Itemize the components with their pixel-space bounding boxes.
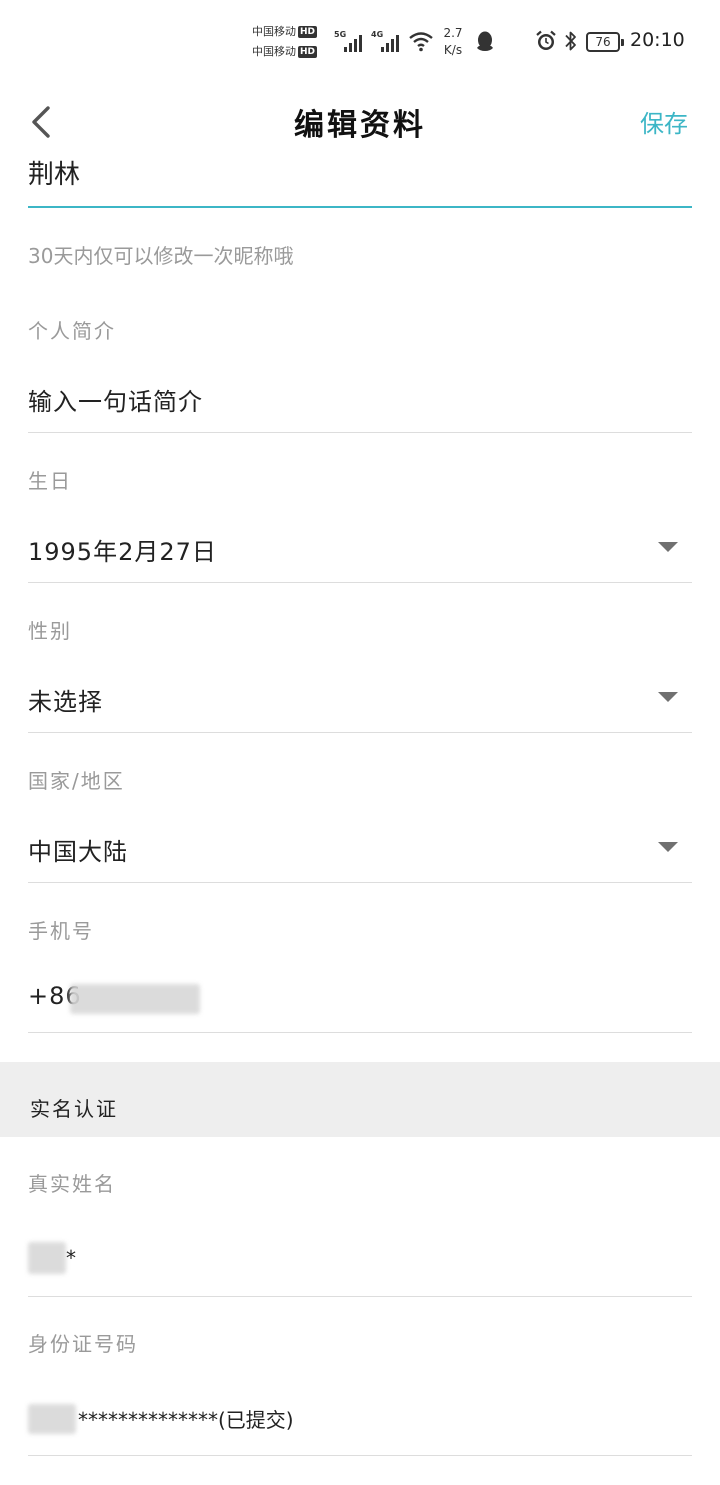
- realname-field: *: [0, 1232, 720, 1288]
- phone-label: 手机号: [28, 919, 94, 943]
- id-label: 身份证号码: [28, 1332, 138, 1356]
- alarm-icon: [536, 30, 556, 50]
- battery-icon: 76: [586, 32, 624, 52]
- nickname-hint: 30天内仅可以修改一次昵称哦: [28, 244, 294, 268]
- bio-input[interactable]: 输入一句话简介: [28, 382, 203, 417]
- clock: 20:10: [630, 29, 685, 51]
- bluetooth-icon: [565, 31, 576, 51]
- carrier-2: 中国移动: [252, 45, 296, 58]
- back-button[interactable]: [22, 100, 62, 144]
- chevron-left-icon: [32, 106, 50, 138]
- privacy-blur: [70, 984, 200, 1014]
- gender-select[interactable]: 未选择: [0, 670, 720, 726]
- region-select[interactable]: 中国大陆: [0, 820, 720, 876]
- net-speed-value: 2.7: [443, 26, 463, 40]
- qq-icon: [477, 31, 493, 51]
- page-title: 编辑资料: [294, 108, 426, 143]
- divider: [28, 1032, 692, 1033]
- status-bar: 中国移动 HD 中国移动 HD 5G 4G 2.7 K/s 76 20:10: [0, 0, 720, 84]
- divider: [28, 432, 692, 433]
- nickname-value: 荆林: [28, 160, 81, 190]
- nickname-input[interactable]: 荆林: [28, 160, 692, 206]
- gender-label: 性别: [28, 619, 72, 643]
- divider: [28, 732, 692, 733]
- divider: [28, 1455, 692, 1456]
- region-value: 中国大陆: [28, 838, 128, 866]
- id-field: **************(已提交): [0, 1392, 720, 1448]
- phone-field[interactable]: +86: [0, 970, 720, 1026]
- dropdown-arrow-icon: [658, 542, 678, 552]
- hd-badge-2: HD: [298, 46, 318, 58]
- section-title: 实名认证: [30, 1097, 118, 1121]
- birthday-label: 生日: [28, 469, 72, 493]
- birthday-value: 1995年2月27日: [28, 538, 217, 566]
- app-header: 编辑资料 保存: [0, 84, 720, 160]
- carrier-1: 中国移动: [252, 25, 296, 38]
- carrier-info: 中国移动 HD 中国移动 HD: [252, 22, 318, 62]
- region-label: 国家/地区: [28, 769, 125, 793]
- gender-value: 未选择: [28, 688, 103, 716]
- signal-4g-icon: 4G: [371, 30, 403, 52]
- dropdown-arrow-icon: [658, 692, 678, 702]
- realname-value: *: [66, 1246, 77, 1270]
- divider: [28, 882, 692, 883]
- hd-badge-1: HD: [298, 26, 318, 38]
- net-speed: 2.7 K/s: [440, 25, 466, 59]
- nickname-underline: [28, 206, 692, 208]
- birthday-select[interactable]: 1995年2月27日: [0, 520, 720, 576]
- divider: [28, 1296, 692, 1297]
- dropdown-arrow-icon: [658, 842, 678, 852]
- bio-label: 个人简介: [28, 319, 116, 343]
- net-speed-unit: K/s: [443, 43, 463, 57]
- divider: [28, 582, 692, 583]
- privacy-blur: [28, 1242, 66, 1274]
- wifi-icon: [409, 32, 433, 52]
- privacy-blur: [28, 1404, 76, 1434]
- realname-label: 真实姓名: [28, 1172, 116, 1196]
- save-button[interactable]: 保存: [640, 104, 688, 139]
- signal-5g-icon: 5G: [334, 30, 366, 52]
- id-value: **************(已提交): [78, 1408, 294, 1432]
